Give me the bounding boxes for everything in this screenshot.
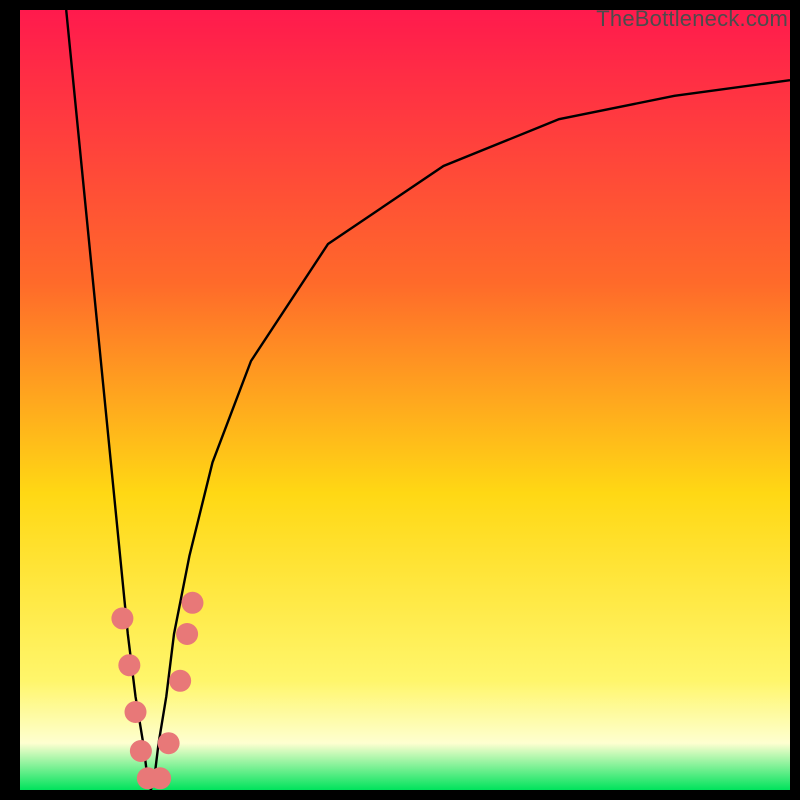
data-marker bbox=[118, 654, 140, 676]
data-marker bbox=[169, 670, 191, 692]
data-marker bbox=[176, 623, 198, 645]
data-marker bbox=[181, 592, 203, 614]
data-marker bbox=[111, 607, 133, 629]
chart-frame: TheBottleneck.com bbox=[0, 0, 800, 800]
plot-svg bbox=[20, 10, 790, 790]
data-marker bbox=[130, 740, 152, 762]
data-marker bbox=[125, 701, 147, 723]
watermark-text: TheBottleneck.com bbox=[596, 6, 788, 32]
data-marker bbox=[158, 732, 180, 754]
plot-area bbox=[20, 10, 790, 790]
data-marker bbox=[149, 767, 171, 789]
